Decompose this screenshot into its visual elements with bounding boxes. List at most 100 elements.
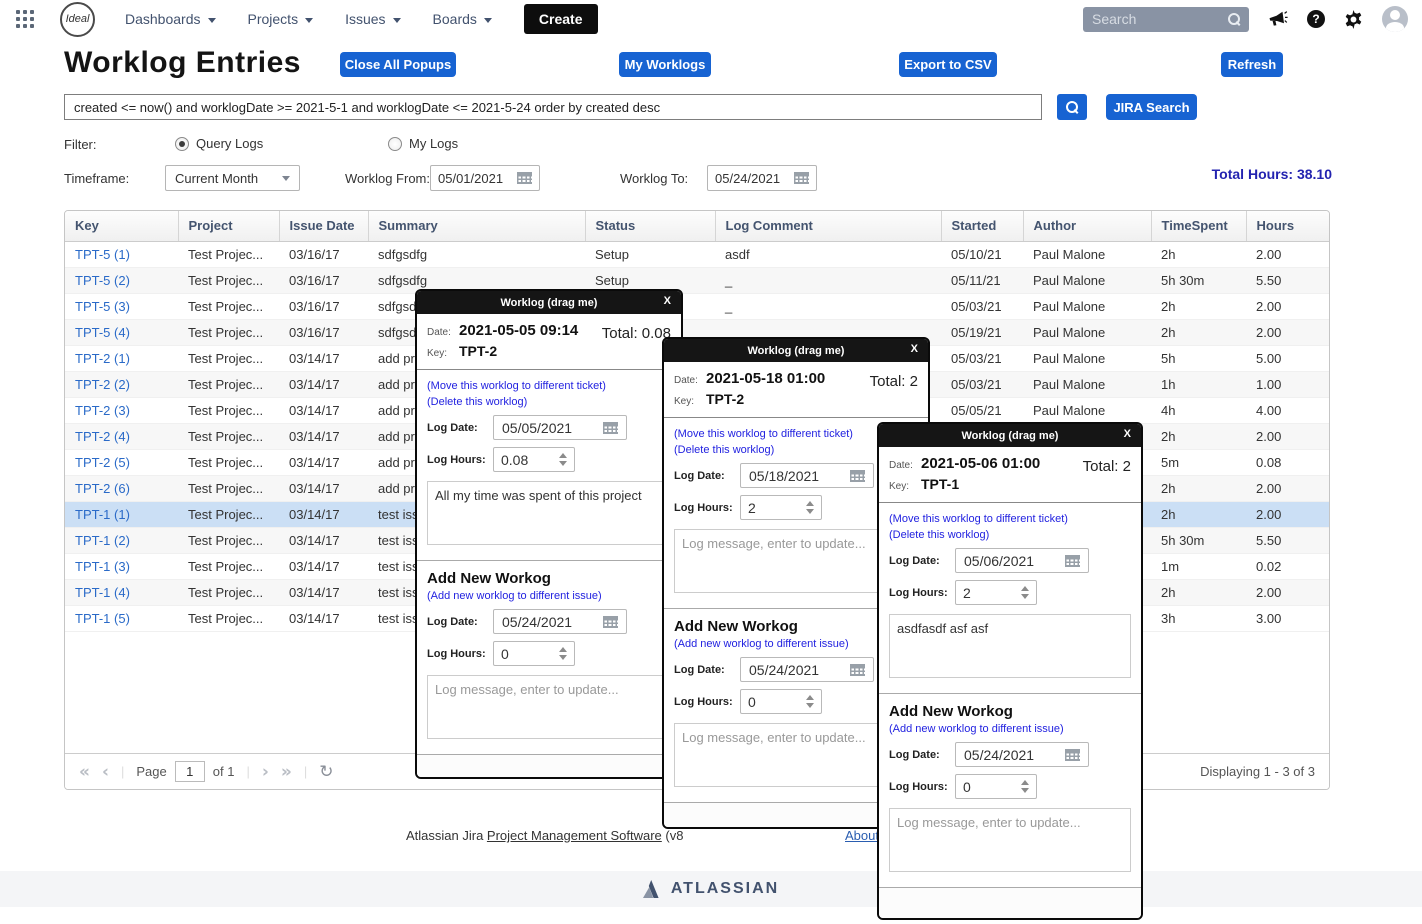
delete-worklog-link[interactable]: (Delete this worklog) (427, 396, 671, 408)
new-log-date-input[interactable]: 05/24/2021 (955, 742, 1089, 767)
nav-item-boards[interactable]: Boards (433, 11, 492, 27)
column-header-key[interactable]: Key (65, 211, 178, 241)
issue-key-link[interactable]: TPT-2 (6) (75, 481, 130, 496)
query-search-button[interactable] (1057, 94, 1087, 120)
issue-key-link[interactable]: TPT-1 (1) (75, 507, 130, 522)
refresh-button[interactable]: Refresh (1221, 52, 1283, 77)
move-worklog-link[interactable]: (Move this worklog to different ticket) (427, 380, 671, 392)
log-hours-input[interactable]: 2 (740, 495, 822, 520)
calendar-icon[interactable] (794, 172, 809, 184)
app-logo[interactable]: Ideal (60, 2, 95, 37)
column-header-project[interactable]: Project (178, 211, 279, 241)
worklog-comment-textarea[interactable]: All my time was spent of this project (427, 481, 671, 545)
timeframe-select[interactable]: Current Month (165, 165, 300, 191)
calendar-icon[interactable] (850, 664, 865, 676)
cell-key[interactable]: TPT-2 (1) (65, 345, 178, 371)
issue-key-link[interactable]: TPT-2 (4) (75, 429, 130, 444)
help-icon[interactable]: ? (1307, 10, 1325, 28)
calendar-icon[interactable] (850, 470, 865, 482)
log-date-input[interactable]: 05/18/2021 (740, 463, 874, 488)
new-log-date-input[interactable]: 05/24/2021 (493, 609, 627, 634)
cell-key[interactable]: TPT-5 (1) (65, 241, 178, 267)
app-switcher-icon[interactable] (16, 10, 34, 28)
issue-key-link[interactable]: TPT-2 (5) (75, 455, 130, 470)
spinner-icon[interactable] (806, 695, 814, 708)
first-page-icon[interactable]: « (79, 762, 90, 782)
spinner-icon[interactable] (1021, 586, 1029, 599)
cell-key[interactable]: TPT-1 (2) (65, 527, 178, 553)
table-row[interactable]: TPT-5 (3)Test Projec...03/16/17sdfgsdfg_… (65, 293, 1330, 319)
nav-item-projects[interactable]: Projects (248, 11, 314, 27)
delete-worklog-link[interactable]: (Delete this worklog) (889, 529, 1131, 541)
cell-key[interactable]: TPT-1 (4) (65, 579, 178, 605)
issue-key-link[interactable]: TPT-1 (2) (75, 533, 130, 548)
issue-key-link[interactable]: TPT-5 (4) (75, 325, 130, 340)
cell-key[interactable]: TPT-1 (3) (65, 553, 178, 579)
radio-unselected-icon[interactable] (388, 137, 402, 151)
cell-key[interactable]: TPT-1 (1) (65, 501, 178, 527)
nav-item-issues[interactable]: Issues (345, 11, 400, 27)
popup-titlebar[interactable]: Worklog (drag me) X (664, 339, 928, 362)
log-hours-input[interactable]: 2 (955, 580, 1037, 605)
last-page-icon[interactable]: » (281, 762, 292, 782)
jql-query-input[interactable] (64, 94, 1042, 120)
worklog-comment-textarea[interactable]: asdfasdf asf asf (889, 614, 1131, 678)
cell-key[interactable]: TPT-2 (3) (65, 397, 178, 423)
calendar-icon[interactable] (517, 172, 532, 184)
cell-key[interactable]: TPT-5 (2) (65, 267, 178, 293)
column-header-author[interactable]: Author (1023, 211, 1151, 241)
issue-key-link[interactable]: TPT-5 (1) (75, 247, 130, 262)
new-log-hours-input[interactable]: 0 (493, 641, 575, 666)
radio-selected-icon[interactable] (175, 137, 189, 151)
next-page-icon[interactable]: › (262, 762, 269, 782)
log-date-input[interactable]: 05/06/2021 (955, 548, 1089, 573)
column-header-started[interactable]: Started (941, 211, 1023, 241)
table-row[interactable]: TPT-5 (2)Test Projec...03/16/17sdfgsdfgS… (65, 267, 1330, 293)
column-header-timespent[interactable]: TimeSpent (1151, 211, 1246, 241)
spinner-icon[interactable] (559, 453, 567, 466)
new-worklog-comment-textarea[interactable] (889, 808, 1131, 872)
new-log-hours-input[interactable]: 0 (740, 689, 822, 714)
popup-titlebar[interactable]: Worklog (drag me) X (879, 424, 1141, 447)
close-icon[interactable]: X (911, 343, 918, 355)
column-header-status[interactable]: Status (585, 211, 715, 241)
worklog-popup-3[interactable]: Worklog (drag me) X Date:2021-05-06 01:0… (877, 422, 1143, 920)
cell-key[interactable]: TPT-5 (3) (65, 293, 178, 319)
worklog-from-input[interactable]: 05/01/2021 (430, 165, 540, 191)
calendar-icon[interactable] (1065, 555, 1080, 567)
cell-key[interactable]: TPT-2 (5) (65, 449, 178, 475)
issue-key-link[interactable]: TPT-2 (1) (75, 351, 130, 366)
issue-key-link[interactable]: TPT-2 (2) (75, 377, 130, 392)
nav-item-dashboards[interactable]: Dashboards (125, 11, 216, 27)
issue-key-link[interactable]: TPT-5 (2) (75, 273, 130, 288)
add-worklog-different-issue-link[interactable]: (Add new worklog to different issue) (427, 590, 671, 602)
cell-key[interactable]: TPT-2 (2) (65, 371, 178, 397)
radio-query-logs[interactable]: Query Logs (175, 136, 263, 151)
close-icon[interactable]: X (664, 295, 671, 307)
add-worklog-different-issue-link[interactable]: (Add new worklog to different issue) (889, 723, 1131, 735)
issue-key-link[interactable]: TPT-1 (3) (75, 559, 130, 574)
calendar-icon[interactable] (603, 616, 618, 628)
column-header-log-comment[interactable]: Log Comment (715, 211, 941, 241)
log-hours-input[interactable]: 0.08 (493, 447, 575, 472)
export-to-csv-button[interactable]: Export to CSV (899, 52, 997, 77)
cell-key[interactable]: TPT-2 (4) (65, 423, 178, 449)
spinner-icon[interactable] (559, 647, 567, 660)
user-avatar[interactable] (1382, 6, 1408, 32)
close-all-popups-button[interactable]: Close All Popups (340, 52, 456, 77)
issue-key-link[interactable]: TPT-1 (4) (75, 585, 130, 600)
announcements-icon[interactable] (1268, 10, 1288, 28)
cell-key[interactable]: TPT-2 (6) (65, 475, 178, 501)
global-search-input[interactable]: Search (1083, 7, 1249, 32)
reload-table-icon[interactable]: ↻ (319, 762, 333, 782)
page-number-input[interactable] (175, 761, 205, 782)
calendar-icon[interactable] (603, 422, 618, 434)
close-icon[interactable]: X (1124, 428, 1131, 440)
pms-link[interactable]: Project Management Software (487, 828, 662, 843)
log-date-input[interactable]: 05/05/2021 (493, 415, 627, 440)
new-log-date-input[interactable]: 05/24/2021 (740, 657, 874, 682)
popup-titlebar[interactable]: Worklog (drag me) X (417, 291, 681, 314)
jira-search-button[interactable]: JIRA Search (1106, 94, 1197, 120)
my-worklogs-button[interactable]: My Worklogs (619, 52, 711, 77)
column-header-summary[interactable]: Summary (368, 211, 585, 241)
